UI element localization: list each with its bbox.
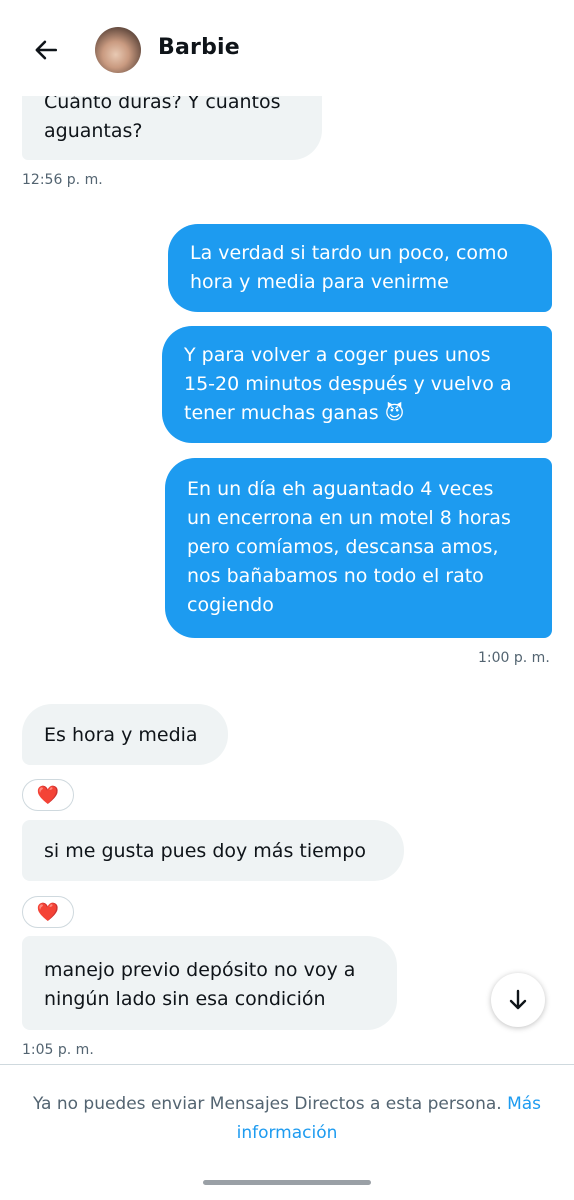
- message-bubble-incoming[interactable]: manejo previo depósito no voy a ningún l…: [22, 936, 397, 1030]
- home-indicator[interactable]: [203, 1180, 371, 1185]
- message-timestamp: 1:05 p. m.: [22, 1042, 94, 1058]
- message-bubble-incoming[interactable]: si me gusta pues doy más tiempo: [22, 820, 404, 881]
- heart-icon: ❤️: [36, 901, 60, 923]
- message-bubble-outgoing[interactable]: En un día eh aguantado 4 veces un encerr…: [165, 458, 552, 638]
- heart-icon: ❤️: [36, 784, 60, 806]
- message-bubble-outgoing[interactable]: La verdad si tardo un poco, como hora y …: [168, 224, 552, 312]
- scroll-to-bottom-button[interactable]: [491, 973, 545, 1027]
- conversation-header: Barbie: [0, 0, 574, 96]
- avatar[interactable]: [95, 27, 141, 73]
- message-reaction[interactable]: ❤️: [22, 779, 74, 811]
- contact-name[interactable]: Barbie: [158, 35, 240, 60]
- dm-disabled-text: Ya no puedes enviar Mensajes Directos a …: [32, 1094, 508, 1114]
- dm-conversation-screen: Cuánto duras? Y cuantos aguantas? 12:56 …: [0, 0, 574, 1200]
- back-button[interactable]: [26, 30, 66, 70]
- message-timestamp: 1:00 p. m.: [478, 650, 550, 666]
- message-reaction[interactable]: ❤️: [22, 896, 74, 928]
- arrow-left-icon: [35, 40, 58, 60]
- divider: [0, 1064, 574, 1065]
- message-bubble-outgoing[interactable]: Y para volver a coger pues unos 15-20 mi…: [162, 326, 552, 443]
- dm-disabled-notice: Ya no puedes enviar Mensajes Directos a …: [20, 1090, 554, 1148]
- message-bubble-incoming[interactable]: Es hora y media: [22, 704, 228, 765]
- message-timestamp: 12:56 p. m.: [22, 172, 103, 188]
- arrow-down-icon: [509, 989, 527, 1010]
